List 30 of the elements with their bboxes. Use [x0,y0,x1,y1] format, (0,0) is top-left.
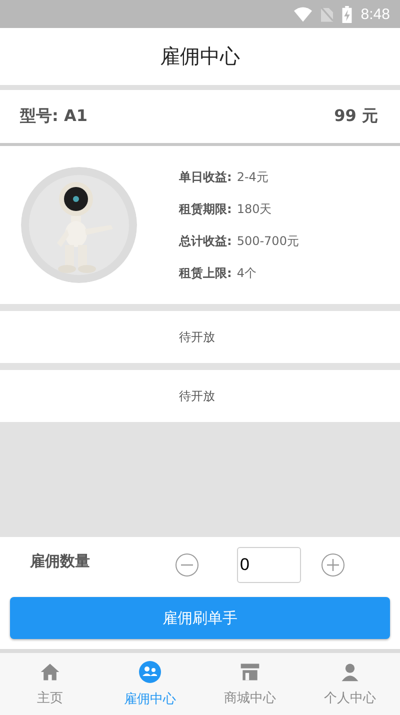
detail-label: 租赁期限: [179,200,232,218]
tab[interactable]: 雇佣中心 [100,653,200,715]
clock: 8:48 [360,6,390,22]
home-icon [39,661,61,683]
minus-icon [175,553,199,577]
page-title: 雇佣中心 [160,43,240,70]
detail-label: 租赁上限: [179,264,232,282]
person-icon [339,661,361,683]
detail-label: 单日收益: [179,168,232,186]
coming-soon-text: 待开放 [179,328,215,346]
detail-value: 180天 [236,200,272,218]
plus-icon [321,553,345,577]
hire-button[interactable]: 雇佣刷单手 [10,597,390,639]
quantity-label: 雇佣数量 [30,552,91,570]
detail-value: 4个 [236,264,256,282]
tab[interactable]: 商城中心 [200,653,300,715]
tab[interactable]: 个人中心 [300,653,400,715]
group-icon [138,660,162,684]
model-name: 型号: A1 [20,106,88,127]
model-price: 99 元 [334,106,378,127]
quantity-field[interactable]: 0 [237,547,301,583]
detail-value: 2-4元 [236,168,268,186]
detail-value: 500-700元 [236,232,299,250]
shop-icon [239,661,261,683]
tab[interactable]: 主页 [0,653,100,715]
wifi-icon [294,6,312,22]
battery-charging-icon [342,6,352,22]
detail-label: 总计收益: [179,232,232,250]
coming-soon-text: 待开放 [179,388,215,404]
no-sim-icon [320,6,333,22]
